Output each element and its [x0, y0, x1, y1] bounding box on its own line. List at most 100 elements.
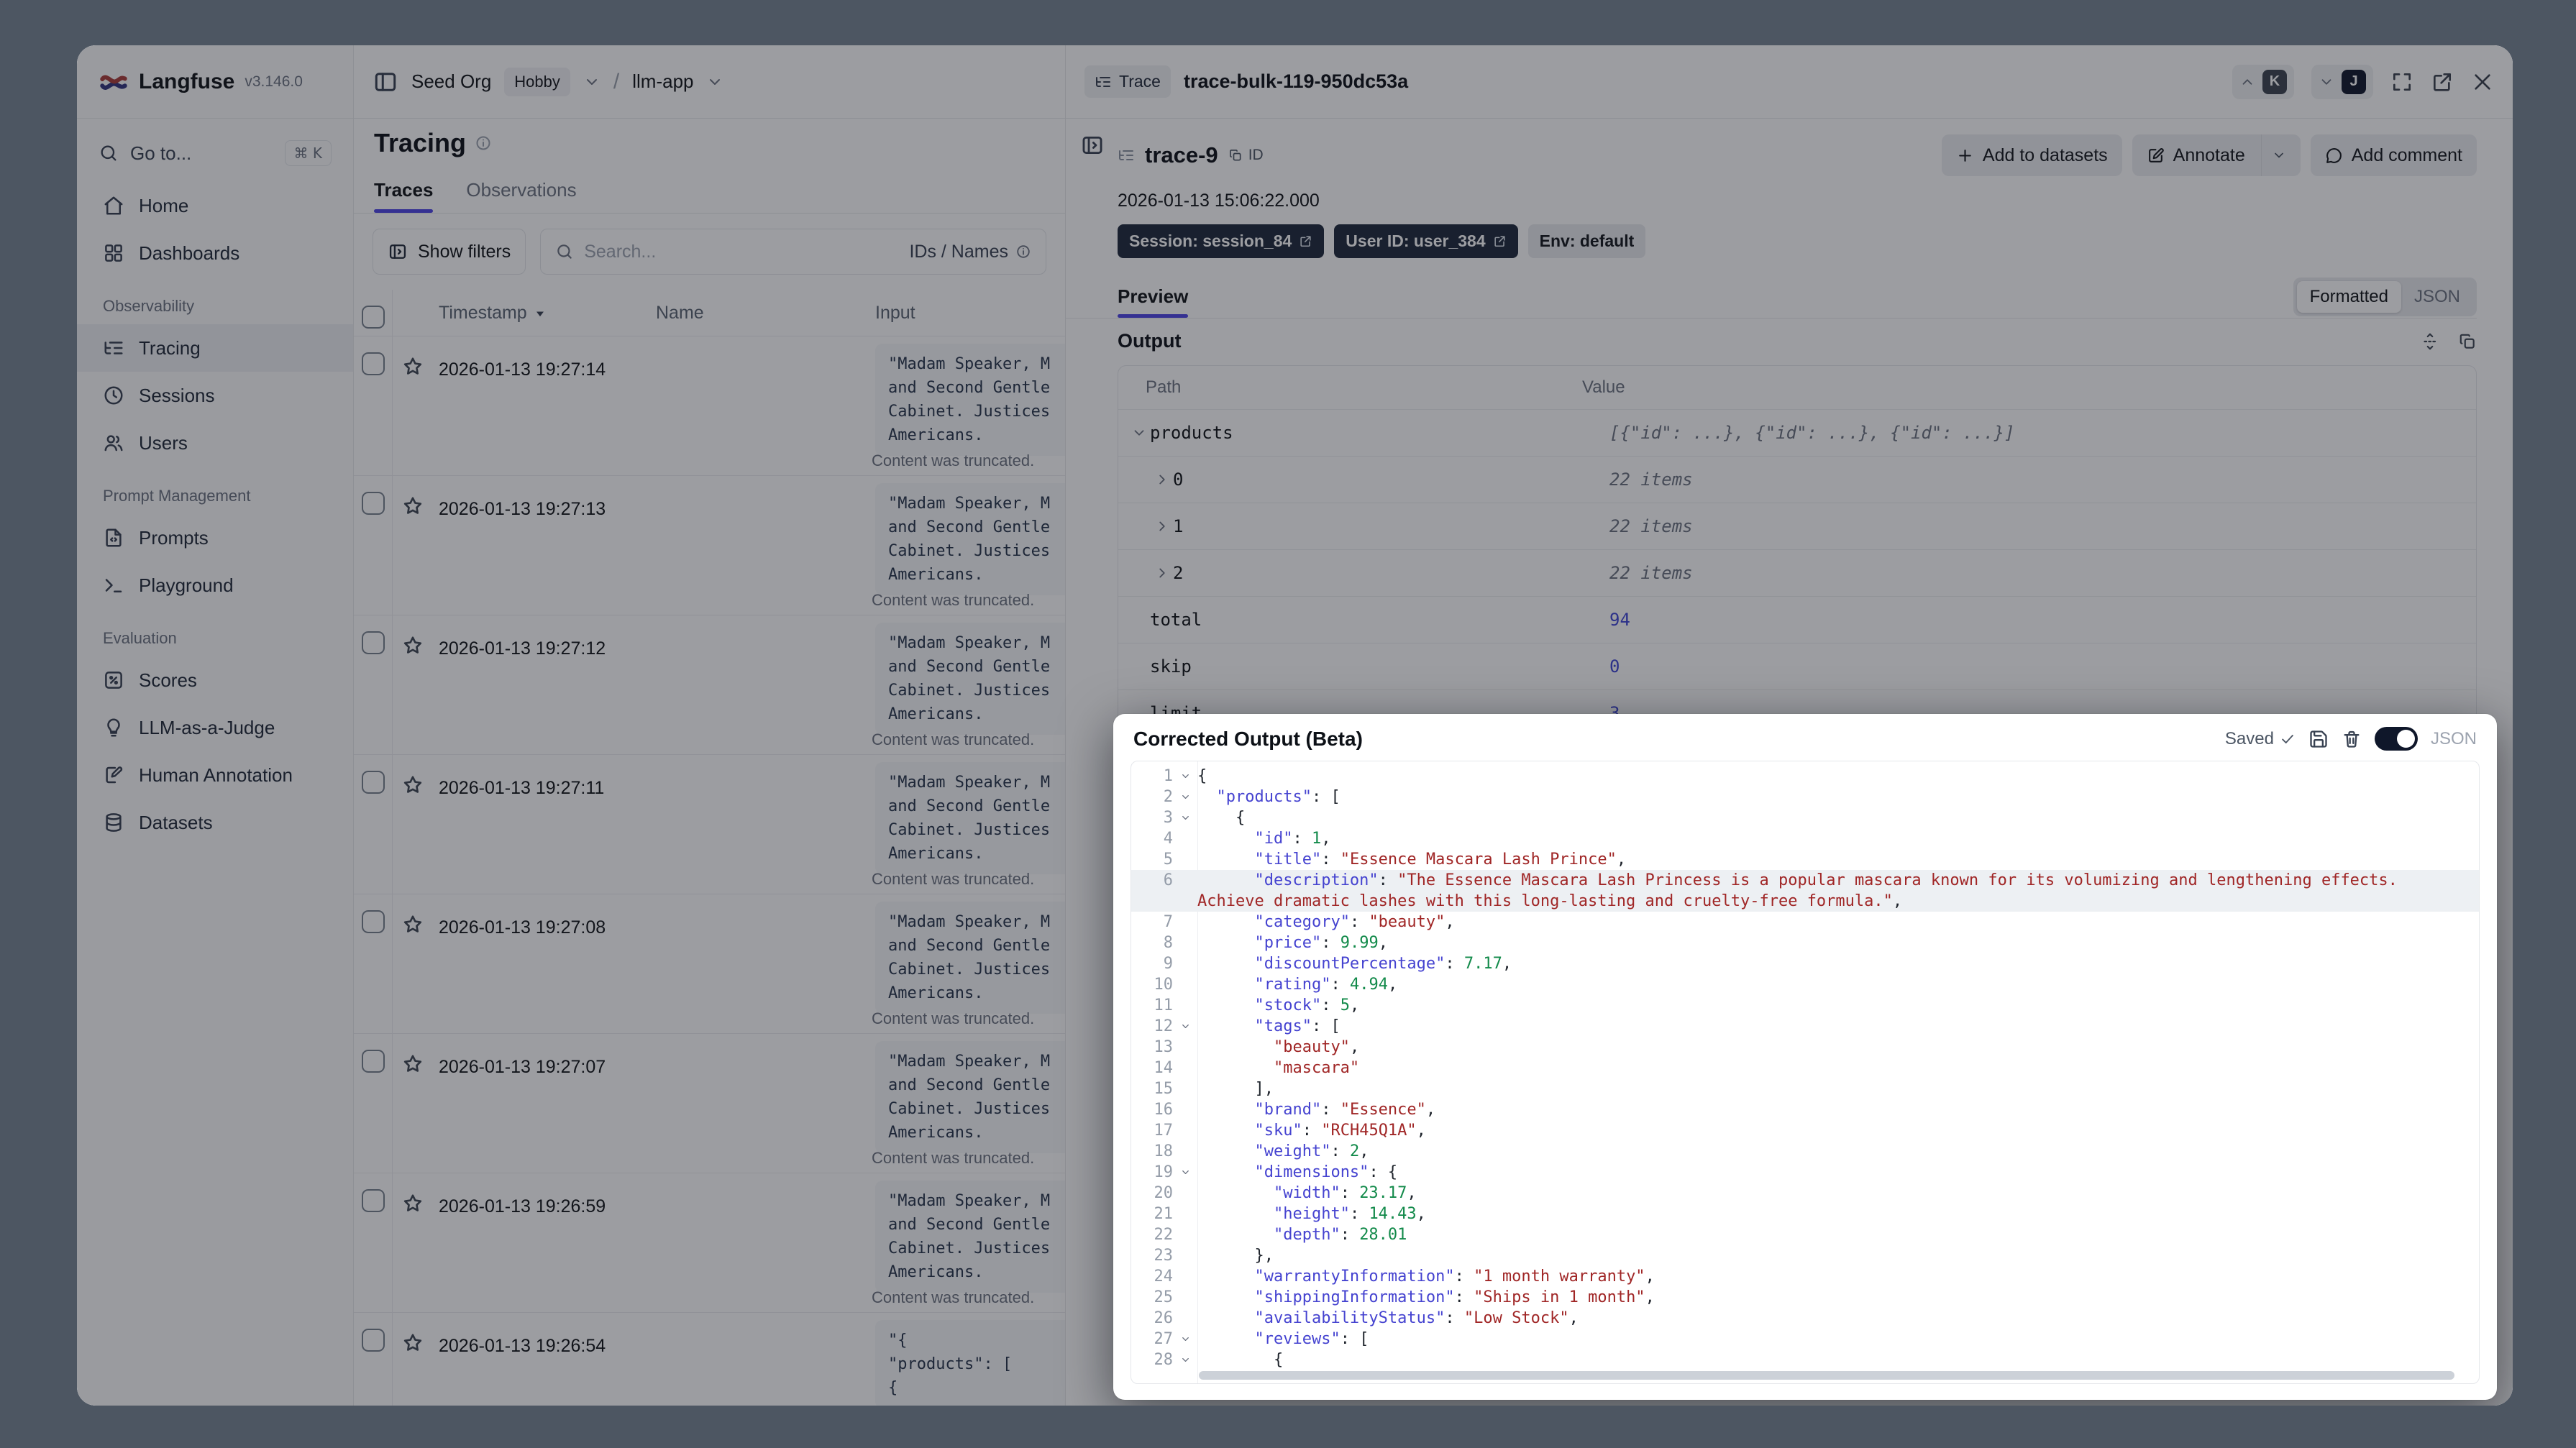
output-row[interactable]: skip 0 — [1118, 643, 2476, 689]
code-line[interactable]: 8 "price": 9.99, — [1131, 933, 2479, 953]
code-line[interactable]: 11 "stock": 5, — [1131, 995, 2479, 1016]
code-line[interactable]: 26 "availabilityStatus": "Low Stock", — [1131, 1308, 2479, 1329]
prev-trace-button[interactable]: K — [2232, 64, 2294, 99]
resize-handle-icon[interactable] — [2421, 332, 2439, 351]
code-line[interactable]: 18 "weight": 2, — [1131, 1141, 2479, 1162]
code-line[interactable]: 10 "rating": 4.94, — [1131, 974, 2479, 995]
table-row[interactable]: 2026-01-13 19:27:07 "Madam Speaker, M and… — [354, 1034, 1065, 1173]
search-input[interactable]: Search... IDs / Names — [540, 229, 1046, 275]
code-line[interactable]: 20 "width": 23.17, — [1131, 1183, 2479, 1204]
fold-chevron-icon[interactable] — [1180, 792, 1191, 802]
output-row[interactable]: 1 22 items — [1118, 503, 2476, 549]
tab[interactable]: Traces — [374, 168, 434, 213]
copy-output-icon[interactable] — [2458, 332, 2477, 351]
code-line[interactable]: 22 "depth": 28.01 — [1131, 1224, 2479, 1245]
sidebar-item[interactable]: Dashboards — [77, 229, 353, 277]
table-row[interactable]: 2026-01-13 19:26:59 "Madam Speaker, M and… — [354, 1173, 1065, 1313]
fold-chevron-icon[interactable] — [1180, 1355, 1191, 1365]
row-checkbox[interactable] — [361, 1050, 385, 1073]
format-json-option[interactable]: JSON — [2401, 281, 2473, 313]
code-line[interactable]: 28 { — [1131, 1350, 2479, 1370]
bookmark-star-icon[interactable] — [401, 1192, 424, 1215]
annotate-button[interactable]: Annotate — [2132, 134, 2301, 176]
code-line[interactable]: 17 "sku": "RCH45Q1A", — [1131, 1120, 2479, 1141]
org-name[interactable]: Seed Org — [411, 70, 491, 93]
column-header-name[interactable]: Name — [656, 303, 704, 324]
row-checkbox[interactable] — [361, 1189, 385, 1212]
table-row[interactable]: 2026-01-13 19:27:12 "Madam Speaker, M and… — [354, 615, 1065, 755]
code-line[interactable]: 1 { — [1131, 766, 2479, 787]
bookmark-star-icon[interactable] — [401, 1053, 424, 1076]
code-line[interactable]: 21 "height": 14.43, — [1131, 1204, 2479, 1224]
chevron-right-icon[interactable] — [1151, 472, 1173, 487]
row-checkbox[interactable] — [361, 352, 385, 375]
org-switcher-chevron-icon[interactable] — [583, 73, 600, 91]
code-line[interactable]: 5 "title": "Essence Mascara Lash Prince"… — [1131, 849, 2479, 870]
sidebar-item[interactable]: Scores — [77, 656, 353, 704]
row-checkbox[interactable] — [361, 1329, 385, 1352]
table-row[interactable]: 2026-01-13 19:27:08 "Madam Speaker, M and… — [354, 894, 1065, 1034]
table-row[interactable]: 2026-01-13 19:26:54 "{ "products": [ { — [354, 1313, 1065, 1406]
search-scope[interactable]: IDs / Names — [909, 242, 1031, 262]
chevron-right-icon[interactable] — [1151, 518, 1173, 534]
sidebar-item[interactable]: Home — [77, 182, 353, 229]
bookmark-star-icon[interactable] — [401, 355, 424, 378]
expand-icon[interactable] — [2390, 70, 2413, 93]
user-badge[interactable]: User ID: user_384 — [1334, 224, 1518, 258]
code-line[interactable]: 23 }, — [1131, 1245, 2479, 1266]
table-row[interactable]: 2026-01-13 19:27:13 "Madam Speaker, M and… — [354, 476, 1065, 615]
sidebar-item[interactable]: Tracing — [77, 324, 353, 372]
session-badge[interactable]: Session: session_84 — [1118, 224, 1325, 258]
output-row[interactable]: 2 22 items — [1118, 549, 2476, 596]
column-header-timestamp[interactable]: Timestamp — [439, 303, 547, 324]
collapse-tree-icon[interactable] — [1080, 133, 1105, 157]
project-switcher-chevron-icon[interactable] — [706, 73, 723, 91]
code-line[interactable]: 6 "description": "The Essence Mascara La… — [1131, 870, 2479, 912]
fold-chevron-icon[interactable] — [1180, 1167, 1191, 1178]
code-line[interactable]: 12 "tags": [ — [1131, 1016, 2479, 1037]
add-to-datasets-button[interactable]: Add to datasets — [1941, 134, 2122, 176]
row-checkbox[interactable] — [361, 492, 385, 515]
sidebar-item[interactable]: Playground — [77, 562, 353, 609]
fold-chevron-icon[interactable] — [1180, 771, 1191, 782]
row-checkbox[interactable] — [361, 910, 385, 933]
sidebar-item[interactable]: Users — [77, 419, 353, 467]
output-row[interactable]: total 94 — [1118, 596, 2476, 643]
fold-chevron-icon[interactable] — [1180, 1334, 1191, 1344]
bookmark-star-icon[interactable] — [401, 634, 424, 657]
chevron-down-icon[interactable] — [1128, 425, 1150, 441]
format-formatted-option[interactable]: Formatted — [2296, 280, 2401, 313]
json-mode-toggle[interactable] — [2374, 727, 2418, 751]
code-line[interactable]: 27 "reviews": [ — [1131, 1329, 2479, 1350]
code-line[interactable]: 13 "beauty", — [1131, 1037, 2479, 1058]
row-checkbox[interactable] — [361, 631, 385, 654]
output-row[interactable]: 0 22 items — [1118, 456, 2476, 503]
info-icon[interactable] — [1015, 244, 1031, 260]
select-all-checkbox[interactable] — [361, 306, 385, 329]
fold-chevron-icon[interactable] — [1180, 812, 1191, 823]
tab[interactable]: Observations — [466, 168, 576, 213]
horizontal-scrollbar[interactable] — [1199, 1371, 2454, 1380]
code-line[interactable]: 19 "dimensions": { — [1131, 1162, 2479, 1183]
bookmark-star-icon[interactable] — [401, 495, 424, 518]
bookmark-star-icon[interactable] — [401, 774, 424, 797]
code-line[interactable]: 16 "brand": "Essence", — [1131, 1099, 2479, 1120]
chevron-right-icon[interactable] — [1151, 565, 1173, 581]
code-line[interactable]: 2 "products": [ — [1131, 787, 2479, 807]
tab-preview[interactable]: Preview — [1118, 275, 1189, 318]
close-icon[interactable] — [2471, 70, 2494, 93]
project-name[interactable]: llm-app — [632, 70, 693, 93]
sort-desc-icon[interactable] — [533, 306, 547, 321]
add-comment-button[interactable]: Add comment — [2310, 134, 2477, 176]
output-row[interactable]: products [{"id": ...}, {"id": ...}, {"id… — [1118, 409, 2476, 456]
code-line[interactable]: 3 { — [1131, 807, 2479, 828]
bookmark-star-icon[interactable] — [401, 913, 424, 936]
sidebar-item[interactable]: Sessions — [77, 372, 353, 419]
code-line[interactable]: 15 ], — [1131, 1078, 2479, 1099]
sidebar-toggle-icon[interactable] — [373, 69, 398, 95]
sidebar-item[interactable]: Prompts — [77, 514, 353, 562]
save-icon[interactable] — [2308, 729, 2329, 749]
sidebar-item[interactable]: LLM-as-a-Judge — [77, 704, 353, 751]
code-line[interactable]: 9 "discountPercentage": 7.17, — [1131, 953, 2479, 974]
code-line[interactable]: 4 "id": 1, — [1131, 828, 2479, 849]
